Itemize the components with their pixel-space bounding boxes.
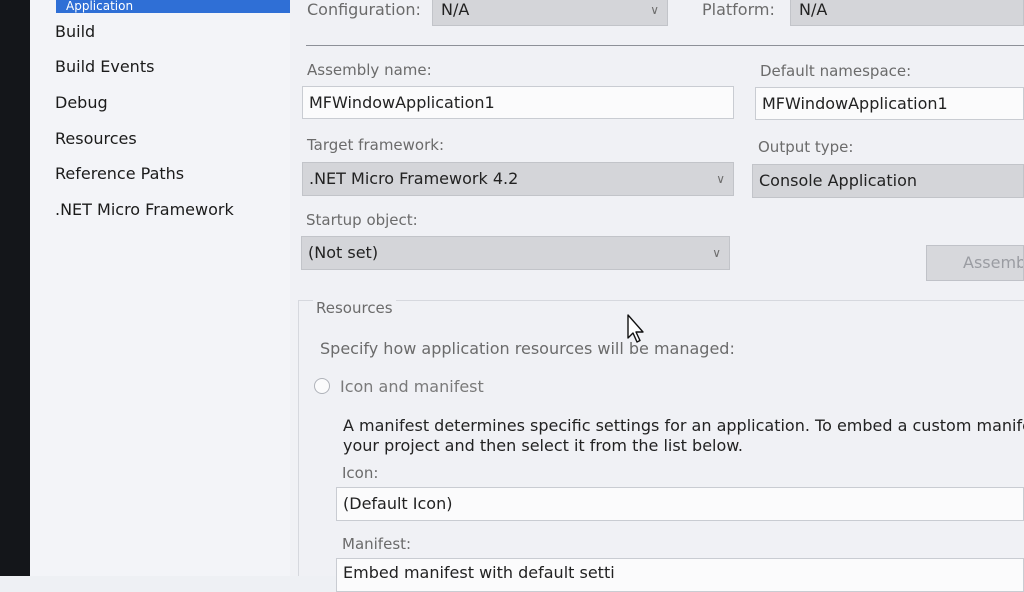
sidebar-item-build[interactable]: Build [55, 22, 95, 41]
target-framework-label: Target framework: [307, 136, 445, 154]
output-type-label: Output type: [758, 138, 854, 156]
target-framework-value: .NET Micro Framework 4.2 [309, 169, 519, 188]
resources-description: Specify how application resources will b… [320, 339, 735, 358]
manifest-info-line2: your project and then select it from the… [343, 436, 743, 455]
assembly-name-label: Assembly name: [307, 61, 432, 79]
mouse-pointer-icon [627, 314, 644, 343]
output-type-dropdown[interactable]: Console Application [752, 164, 1024, 198]
configuration-dropdown[interactable]: N/A ∨ [432, 0, 668, 26]
manifest-label: Manifest: [342, 535, 412, 553]
header-divider [306, 45, 1024, 46]
sidebar-item-resources[interactable]: Resources [55, 129, 137, 148]
default-namespace-label: Default namespace: [760, 62, 912, 80]
chevron-down-icon: ∨ [712, 246, 721, 260]
sidebar-item-application[interactable]: Application [56, 0, 306, 13]
resources-group-title: Resources [313, 299, 396, 317]
startup-object-dropdown[interactable]: (Not set) ∨ [301, 236, 730, 270]
sidebar-item-net-micro-framework[interactable]: .NET Micro Framework [55, 200, 234, 219]
assembly-name-input[interactable]: MFWindowApplication1 [302, 86, 734, 119]
manifest-combo[interactable]: Embed manifest with default setti [336, 558, 1024, 592]
screen-bezel [0, 0, 30, 576]
property-pages-sidebar: Application Build Build Events Debug Res… [30, 0, 306, 576]
platform-dropdown[interactable]: N/A [790, 0, 1024, 26]
platform-value: N/A [799, 0, 828, 19]
configuration-label: Configuration: [307, 0, 421, 19]
startup-object-label: Startup object: [306, 211, 418, 229]
manifest-info-line1: A manifest determines specific settings … [343, 416, 1024, 435]
chevron-down-icon: ∨ [650, 3, 659, 17]
icon-and-manifest-radio[interactable] [314, 378, 330, 394]
output-type-value: Console Application [759, 171, 917, 190]
icon-and-manifest-label[interactable]: Icon and manifest [340, 377, 484, 396]
assembly-information-button[interactable]: Assemb [926, 245, 1024, 281]
chevron-down-icon: ∨ [716, 172, 725, 186]
sidebar-item-build-events[interactable]: Build Events [55, 57, 154, 76]
sidebar-item-debug[interactable]: Debug [55, 93, 108, 112]
icon-label: Icon: [342, 464, 379, 482]
sidebar-item-reference-paths[interactable]: Reference Paths [55, 164, 184, 183]
configuration-value: N/A [441, 0, 470, 19]
platform-label: Platform: [702, 0, 775, 19]
startup-object-value: (Not set) [308, 243, 379, 262]
icon-combo[interactable]: (Default Icon) [336, 487, 1024, 521]
target-framework-dropdown[interactable]: .NET Micro Framework 4.2 ∨ [302, 162, 734, 196]
default-namespace-input[interactable]: MFWindowApplication1 [755, 87, 1024, 120]
